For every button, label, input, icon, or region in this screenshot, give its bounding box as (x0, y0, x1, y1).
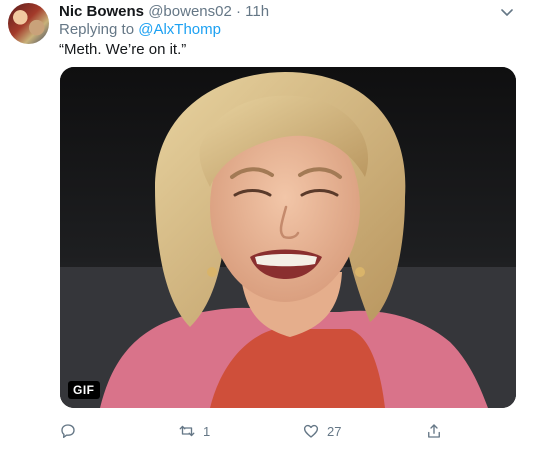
like-button[interactable]: 27 (302, 416, 341, 446)
avatar[interactable] (8, 3, 49, 44)
reply-button[interactable] (59, 416, 77, 446)
retweet-button[interactable]: 1 (178, 416, 210, 446)
chevron-down-icon[interactable] (499, 4, 515, 20)
retweet-count: 1 (203, 423, 211, 439)
comment-icon (61, 424, 75, 438)
reply-to-link[interactable]: @AlxThomp (138, 21, 221, 38)
tweet[interactable]: Nic Bowens @bowens02 · 11h Replying to @… (0, 0, 539, 449)
share-button[interactable] (425, 416, 443, 446)
heart-icon (303, 424, 319, 438)
share-icon (428, 424, 440, 438)
gif-badge: GIF (68, 381, 100, 399)
tweet-actions: 1 27 (0, 416, 539, 446)
tweet-text: “Meth. We’re on it.” (59, 41, 187, 58)
retweet-icon (179, 425, 195, 437)
replying-to-label: Replying to (59, 21, 135, 38)
author-name[interactable]: Nic Bowens (59, 3, 144, 20)
tweet-header: Nic Bowens @bowens02 · 11h (59, 3, 269, 21)
gif-media[interactable]: GIF (60, 67, 516, 408)
like-count: 27 (327, 423, 342, 439)
tweet-time[interactable]: 11h (245, 3, 269, 20)
author-handle[interactable]: @bowens02 (148, 3, 232, 20)
gif-frame-image (60, 67, 516, 408)
replying-to: Replying to @AlxThomp (59, 21, 221, 39)
separator-dot: · (236, 3, 241, 20)
